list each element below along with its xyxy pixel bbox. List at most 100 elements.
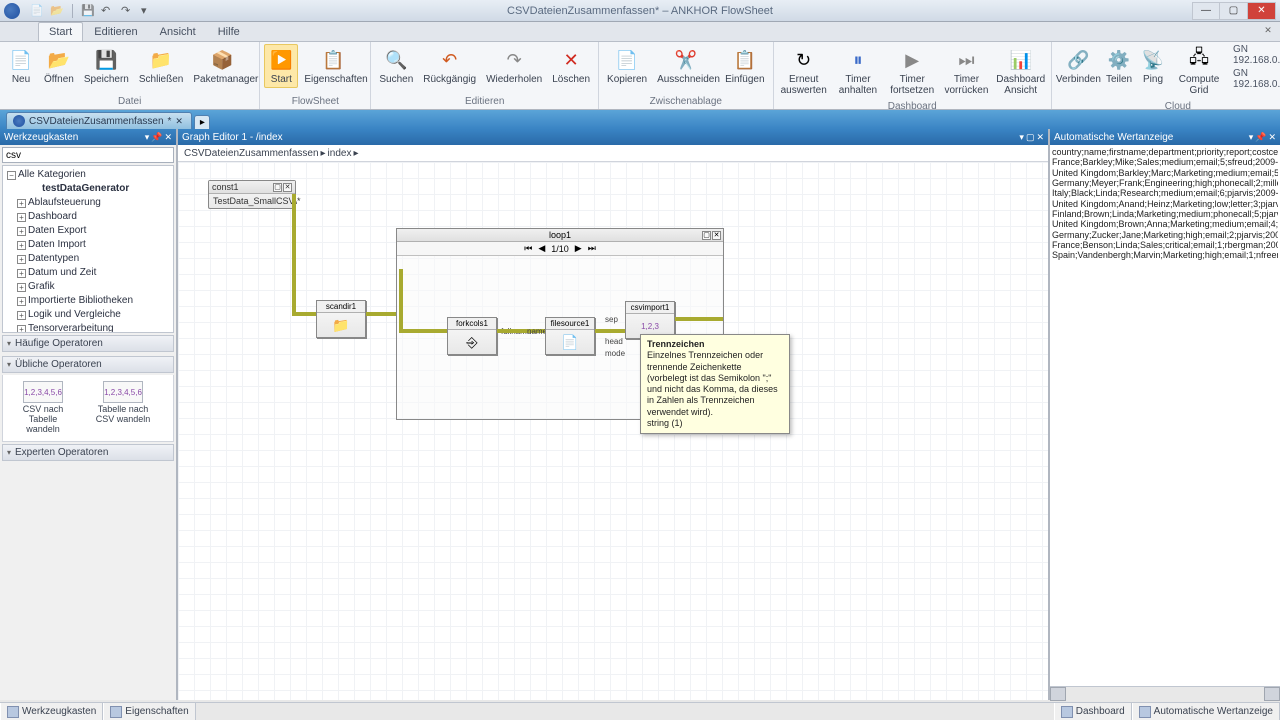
- doc-tab-add[interactable]: ▸: [194, 115, 210, 129]
- tree-root[interactable]: −Alle Kategorien: [5, 168, 171, 182]
- expand-icon[interactable]: +: [17, 311, 26, 320]
- accordion-uebliche[interactable]: Übliche Operatoren: [2, 356, 174, 373]
- ribbon-collapse-button[interactable]: ✕: [1262, 25, 1274, 37]
- btn-erneut[interactable]: ↻Erneut auswerten: [778, 44, 830, 99]
- btn-paketmanager[interactable]: 📦Paketmanager: [189, 44, 255, 88]
- expand-icon[interactable]: +: [17, 325, 26, 334]
- expand-icon[interactable]: +: [17, 241, 26, 250]
- panel-pin-icon[interactable]: 📌: [1255, 132, 1266, 143]
- btn-schliessen[interactable]: 📁Schließen: [135, 44, 187, 88]
- btn-dashboard-ansicht[interactable]: 📊Dashboard Ansicht: [995, 44, 1047, 99]
- expand-icon[interactable]: +: [17, 283, 26, 292]
- btn-timer-vorruecken[interactable]: ⏭Timer vorrücken: [940, 44, 992, 99]
- qat-new-icon[interactable]: 📄: [30, 4, 44, 18]
- panel-close-icon[interactable]: ✕: [1036, 132, 1044, 143]
- tree-item[interactable]: +Datum und Zeit: [5, 266, 171, 280]
- breadcrumb-item[interactable]: CSVDateienZusammenfassen: [184, 148, 319, 159]
- panel-dropdown-icon[interactable]: ▾: [1249, 132, 1254, 143]
- btn-rueckgaengig[interactable]: ↶Rückgängig: [419, 44, 480, 88]
- category-tree[interactable]: −Alle Kategorien +testDataGenerator+Abla…: [2, 165, 174, 333]
- btn-oeffnen[interactable]: 📂Öffnen: [40, 44, 78, 88]
- btn-start[interactable]: ▶️Start: [264, 44, 298, 88]
- expand-icon[interactable]: +: [17, 227, 26, 236]
- node-forkcols1[interactable]: forkcols1 ⎆: [447, 317, 497, 355]
- btn-timer-anhalten[interactable]: ⏸Timer anhalten: [832, 44, 884, 99]
- op-csv-to-table[interactable]: 1,2,3,4,5,6 CSV nach Tabelle wandeln: [13, 381, 73, 435]
- panel-dropdown-icon[interactable]: ▾: [145, 132, 150, 143]
- qat-redo-icon[interactable]: ↷: [121, 4, 135, 18]
- loop-last-icon[interactable]: ⏭: [588, 243, 596, 254]
- btn-speichern[interactable]: 💾Speichern: [80, 44, 133, 88]
- btn-einfuegen[interactable]: 📋Einfügen: [721, 44, 768, 88]
- op-table-to-csv[interactable]: 1,2,3,4,5,6 Tabelle nach CSV wandeln: [93, 381, 153, 435]
- tab-editieren[interactable]: Editieren: [83, 22, 148, 41]
- panel-dropdown-icon[interactable]: ▾: [1019, 132, 1024, 143]
- node-const1[interactable]: const1▢✕ TestData_SmallCSV\*: [208, 180, 296, 209]
- btn-ping[interactable]: 📡Ping: [1137, 44, 1169, 88]
- expand-icon[interactable]: +: [17, 269, 26, 278]
- minimize-button[interactable]: —: [1192, 2, 1220, 20]
- btn-kopieren[interactable]: 📄Kopieren: [603, 44, 651, 88]
- expand-icon[interactable]: +: [17, 297, 26, 306]
- btab-dashboard[interactable]: Dashboard: [1054, 703, 1132, 720]
- expand-icon[interactable]: +: [17, 255, 26, 264]
- node-max-icon[interactable]: ▢: [702, 231, 711, 240]
- accordion-haeufige[interactable]: Häufige Operatoren: [2, 335, 174, 352]
- accordion-experten[interactable]: Experten Operatoren: [2, 444, 174, 461]
- btn-compute-grid[interactable]: 🖧Compute Grid: [1171, 44, 1227, 99]
- tree-item[interactable]: +Tensorverarbeitung: [5, 322, 171, 333]
- btn-eigenschaften[interactable]: 📋Eigenschaften: [300, 44, 366, 88]
- tree-item[interactable]: +Ablaufsteuerung: [5, 196, 171, 210]
- document-tab[interactable]: CSVDateienZusammenfassen* ✕: [6, 112, 192, 129]
- node-close-icon[interactable]: ✕: [712, 231, 721, 240]
- btab-werkzeugkasten[interactable]: Werkzeugkasten: [0, 703, 103, 720]
- qat-undo-icon[interactable]: ↶: [101, 4, 115, 18]
- cloud-ip-1[interactable]: GN 192.168.0.35: [1233, 44, 1280, 66]
- node-close-icon[interactable]: ✕: [283, 183, 292, 192]
- node-max-icon[interactable]: ▢: [273, 183, 282, 192]
- doc-tab-close[interactable]: ✕: [175, 116, 185, 126]
- btab-wertanzeige[interactable]: Automatische Wertanzeige: [1132, 703, 1280, 720]
- btn-wiederholen[interactable]: ↷Wiederholen: [482, 44, 546, 88]
- value-display[interactable]: country;name;firstname;department;priori…: [1050, 145, 1280, 686]
- loop-first-icon[interactable]: ⏮: [524, 243, 532, 254]
- panel-max-icon[interactable]: ▢: [1026, 132, 1035, 143]
- tree-item[interactable]: +Daten Import: [5, 238, 171, 252]
- cloud-ip-2[interactable]: GN 192.168.0.26: [1233, 68, 1280, 90]
- panel-close-icon[interactable]: ✕: [164, 132, 172, 143]
- graph-canvas[interactable]: const1▢✕ TestData_SmallCSV\* scandir1 📁 …: [178, 162, 1048, 700]
- btn-teilen[interactable]: ⚙️Teilen: [1103, 44, 1135, 88]
- qat-open-icon[interactable]: 📂: [50, 4, 64, 18]
- tree-item[interactable]: +Dashboard: [5, 210, 171, 224]
- close-button[interactable]: ✕: [1248, 2, 1276, 20]
- btn-suchen[interactable]: 🔍Suchen: [375, 44, 417, 88]
- tree-item[interactable]: +testDataGenerator: [5, 182, 171, 196]
- breadcrumb-item[interactable]: index: [328, 148, 352, 159]
- expand-icon[interactable]: +: [17, 199, 26, 208]
- tree-item[interactable]: +Daten Export: [5, 224, 171, 238]
- loop-next-icon[interactable]: ▶: [575, 243, 582, 254]
- tree-item[interactable]: +Datentypen: [5, 252, 171, 266]
- horizontal-scrollbar[interactable]: [1050, 686, 1280, 700]
- btn-timer-fortsetzen[interactable]: ▶Timer fortsetzen: [886, 44, 938, 99]
- expand-icon[interactable]: −: [7, 171, 16, 180]
- tab-start[interactable]: Start: [38, 22, 83, 41]
- tree-item[interactable]: +Logik und Vergleiche: [5, 308, 171, 322]
- qat-more-icon[interactable]: ▾: [141, 4, 155, 18]
- loop-prev-icon[interactable]: ◀: [538, 243, 545, 254]
- node-filesource1[interactable]: filesource1 📄: [545, 317, 595, 355]
- panel-close-icon[interactable]: ✕: [1268, 132, 1276, 143]
- tab-ansicht[interactable]: Ansicht: [149, 22, 207, 41]
- search-input[interactable]: [2, 147, 174, 163]
- maximize-button[interactable]: ▢: [1220, 2, 1248, 20]
- btn-ausschneiden[interactable]: ✂️Ausschneiden: [653, 44, 719, 88]
- tree-item[interactable]: +Grafik: [5, 280, 171, 294]
- tree-item[interactable]: +Importierte Bibliotheken: [5, 294, 171, 308]
- tab-hilfe[interactable]: Hilfe: [207, 22, 251, 41]
- panel-pin-icon[interactable]: 📌: [151, 132, 162, 143]
- btn-neu[interactable]: 📄Neu: [4, 44, 38, 88]
- btn-loeschen[interactable]: ✕Löschen: [548, 44, 594, 88]
- expand-icon[interactable]: +: [17, 213, 26, 222]
- qat-save-icon[interactable]: 💾: [81, 4, 95, 18]
- btn-verbinden[interactable]: 🔗Verbinden: [1056, 44, 1101, 88]
